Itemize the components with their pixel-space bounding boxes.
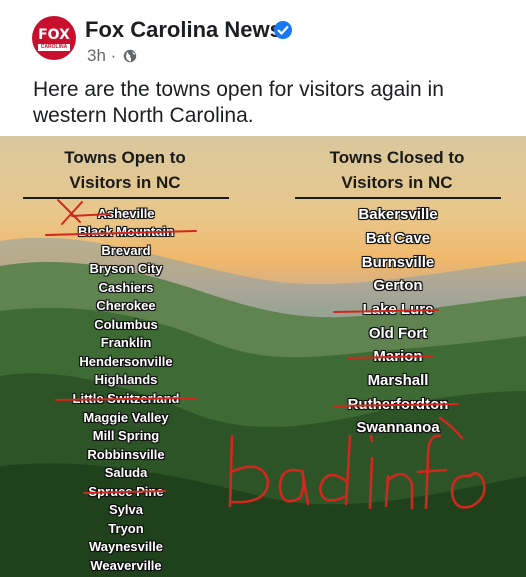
post-time[interactable]: 3h (87, 46, 106, 65)
post-meta: 3h · (87, 46, 116, 66)
handwritten-annotations (45, 199, 486, 510)
page-name[interactable]: Fox Carolina News (85, 17, 282, 43)
post-image[interactable]: Towns Open to Visitors in NC Towns Close… (0, 136, 526, 577)
meta-separator: · (110, 46, 117, 65)
globe-icon[interactable] (123, 49, 137, 63)
avatar-logo-text: FOX (38, 27, 70, 43)
annotation-bad-info (228, 434, 486, 510)
page-avatar[interactable]: FOX CAROLINA (32, 16, 76, 60)
post-header: FOX CAROLINA Fox Carolina News 3h · Here… (0, 0, 526, 136)
post-text: Here are the towns open for visitors aga… (33, 78, 444, 127)
avatar-logo-subtext: CAROLINA (38, 44, 70, 51)
verified-badge-icon (274, 21, 292, 39)
facebook-post: FOX CAROLINA Fox Carolina News 3h · Here… (0, 0, 526, 577)
